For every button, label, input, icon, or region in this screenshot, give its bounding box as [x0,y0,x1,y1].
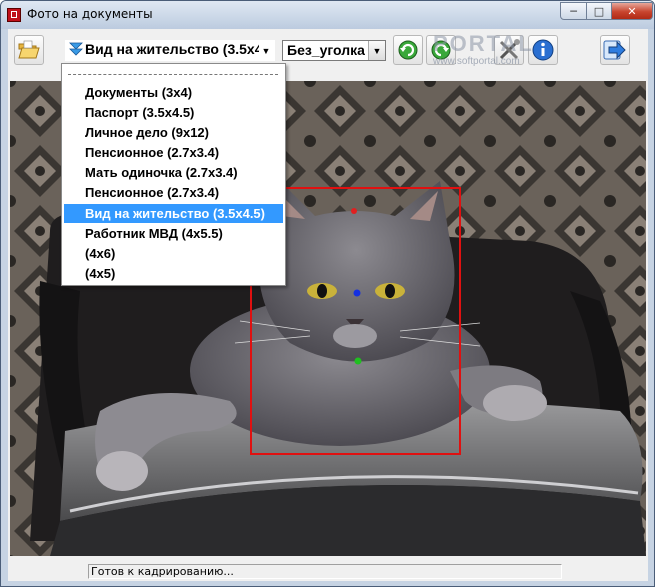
close-button[interactable]: ✕ [611,2,653,20]
rotate-left-icon [398,40,418,60]
rotate-left-button[interactable] [393,35,423,65]
dropdown-item-residence-permit[interactable]: Вид на жительство (3.5x4.5) [64,204,283,223]
next-arrow-icon [603,40,626,60]
document-type-combo[interactable]: Вид на жительство (3.5x4 ▼ [65,40,275,61]
document-type-dropdown-list: Документы (3x4) Паспорт (3.5x4.5) Личное… [61,63,286,286]
dropdown-item-mvd-employee[interactable]: Работник МВД (4x5.5) [64,224,283,243]
corner-style-value: Без_уголка [287,42,365,58]
title-bar: Фото на документы ─ □ ✕ [1,1,654,29]
crop-marker-chin[interactable] [354,357,362,365]
dropdown-item-passport[interactable]: Паспорт (3.5x4.5) [64,103,283,122]
next-button[interactable] [600,35,630,65]
crop-marker-eyes[interactable] [353,289,361,297]
crop-marker-top[interactable] [351,208,357,214]
status-text: Готов к кадрированию... [88,564,562,579]
chevron-down-icon[interactable]: ▼ [368,41,385,60]
dropdown-item-single-mother[interactable]: Мать одиночка (2.7x3.4) [64,163,283,182]
dropdown-item-personal-file[interactable]: Личное дело (9x12) [64,123,283,142]
status-bar: Готов к кадрированию... [8,561,648,581]
dropdown-separator [68,74,278,75]
dropdown-item-4x6[interactable]: (4x6) [64,244,283,263]
dropdown-item-4x5[interactable]: (4x5) [64,264,283,283]
window-title: Фото на документы [27,7,153,21]
info-icon [532,39,554,61]
corner-style-combo[interactable]: Без_уголка ▼ [282,40,386,61]
document-type-icon [69,42,83,56]
watermark-text: PORTAL [433,31,534,56]
dropdown-item-documents[interactable]: Документы (3x4) [64,83,283,102]
maximize-button[interactable]: □ [586,2,612,20]
minimize-button[interactable]: ─ [560,2,587,20]
watermark-url: www.softportal.com [433,56,520,67]
dropdown-item-pension-2[interactable]: Пенсионное (2.7x3.4) [64,183,283,202]
folder-open-icon [18,40,40,59]
dropdown-item-pension[interactable]: Пенсионное (2.7x3.4) [64,143,283,162]
open-file-button[interactable] [14,35,44,65]
chevron-down-icon[interactable]: ▼ [259,40,273,61]
document-type-value: Вид на жительство (3.5x4 [85,41,263,57]
app-icon [7,8,21,22]
